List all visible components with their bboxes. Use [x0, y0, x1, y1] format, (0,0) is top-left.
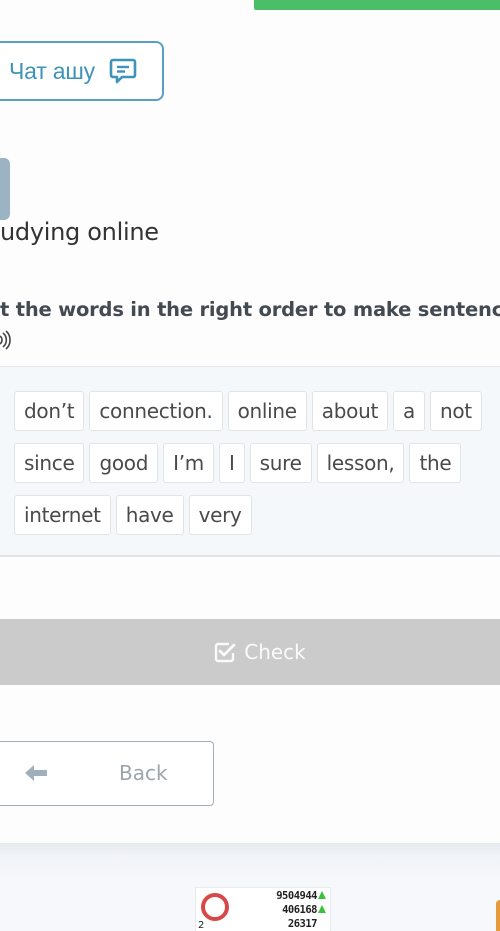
counter-daily: 26317 [287, 918, 318, 930]
counter-small-label: 2 [198, 920, 205, 931]
word-tile[interactable]: a [393, 391, 425, 431]
arrow-left-icon [24, 764, 48, 782]
side-tab[interactable] [496, 900, 500, 931]
word-row: don’t connection. online about a not [14, 391, 482, 431]
word-row: since good I’m I sure lesson, the [14, 443, 462, 483]
back-button[interactable]: Back [0, 741, 214, 806]
open-chat-label: Чат ашу [9, 57, 95, 84]
visitor-counter-widget[interactable]: 9504944 406168 26317 2 [195, 887, 331, 931]
word-tile[interactable]: the [409, 443, 462, 483]
section-tab[interactable] [0, 158, 10, 220]
audio-speaker-icon[interactable] [0, 330, 14, 350]
word-tile[interactable]: good [89, 443, 159, 483]
word-row: internet have very [14, 495, 252, 535]
chat-bubble-icon [109, 57, 137, 85]
word-tile[interactable]: since [14, 443, 85, 483]
word-tile[interactable]: about [311, 391, 389, 431]
word-tile[interactable]: very [188, 495, 252, 535]
up-arrow-icon [318, 905, 326, 913]
exercise-instruction: t the words in the right order to make s… [0, 298, 500, 321]
counter-line-2: 406168 [282, 904, 326, 916]
up-arrow-icon [318, 891, 326, 899]
counter-logo-icon [201, 893, 229, 921]
word-tile[interactable]: connection. [89, 391, 223, 431]
word-tile[interactable]: sure [249, 443, 312, 483]
word-tile[interactable]: I [218, 443, 245, 483]
word-tile[interactable]: I’m [163, 443, 214, 483]
counter-monthly: 406168 [282, 904, 317, 916]
check-label: Check [244, 640, 306, 664]
counter-line-1: 9504944 [276, 890, 326, 902]
check-button[interactable]: Check [0, 619, 500, 685]
word-tile[interactable]: don’t [14, 391, 85, 431]
word-tile[interactable]: not [429, 391, 482, 431]
counter-line-3: 26317 [287, 918, 318, 930]
lesson-title: udying online [0, 218, 159, 246]
word-tile[interactable]: online [227, 391, 307, 431]
word-tile[interactable]: have [115, 495, 184, 535]
counter-total: 9504944 [276, 890, 317, 902]
word-bank: don’t connection. online about a not sin… [0, 366, 500, 557]
word-tile[interactable]: lesson, [316, 443, 405, 483]
word-tile[interactable]: internet [14, 495, 111, 535]
back-label: Back [119, 761, 168, 785]
progress-bar [254, 0, 500, 10]
open-chat-button[interactable]: Чат ашу [0, 41, 164, 101]
checkbox-check-icon [214, 641, 236, 663]
